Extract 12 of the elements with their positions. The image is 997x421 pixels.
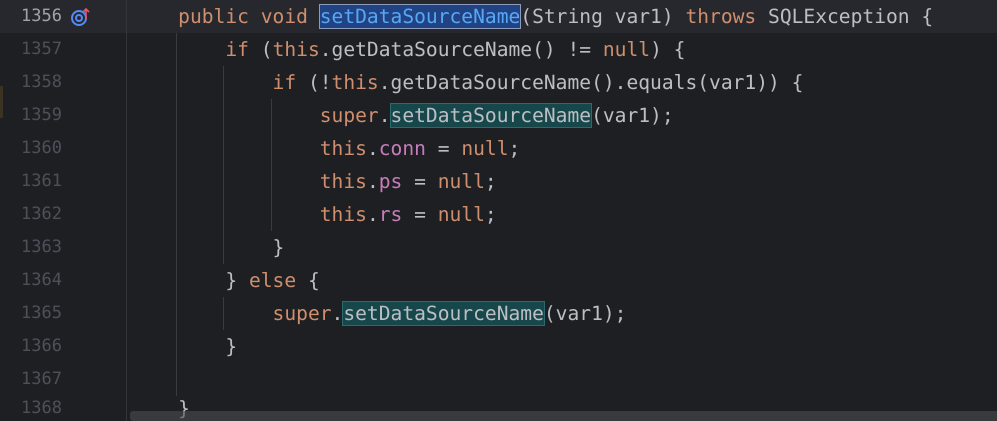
code-line: public void setDataSourceName(String var1) throws SQLException { [177,4,934,28]
code-line: this.rs = null; [318,202,497,226]
override-marker-icon[interactable] [70,6,92,26]
code-line: } [177,396,190,420]
code-line: this.ps = null; [318,170,497,194]
code-line: if (this.getDataSourceName() != null) { [224,38,686,62]
line-number: 1356 [21,6,62,26]
code-line: } else { [224,268,320,292]
code-line: if (!this.getDataSourceName().equals(var1)) { [272,70,804,94]
code-line: this.conn = null; [318,136,520,160]
code-line: } [224,334,238,358]
code-line: } [272,236,284,260]
